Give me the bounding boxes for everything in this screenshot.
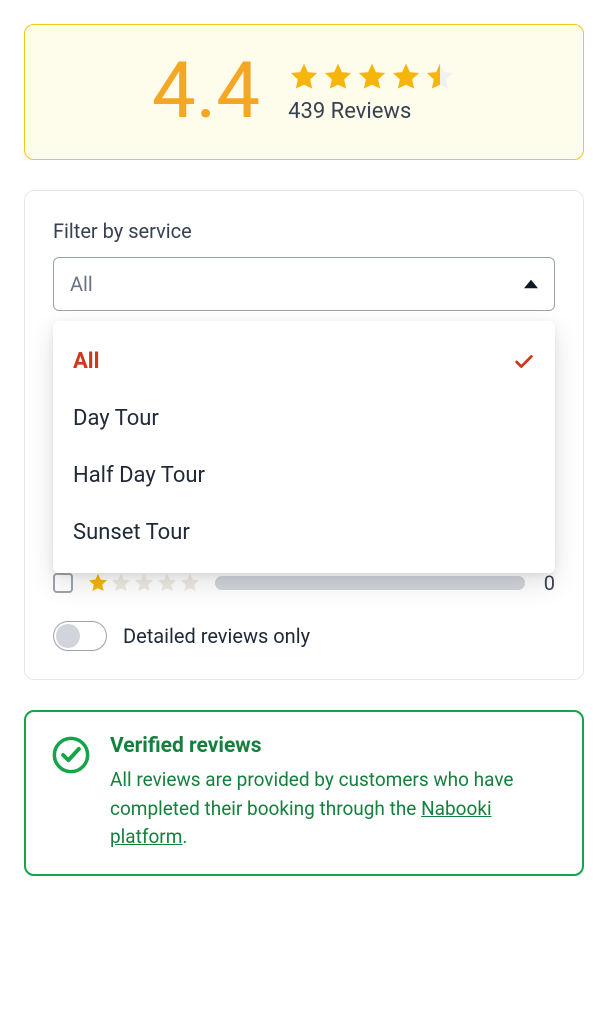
star-empty-icon bbox=[156, 572, 178, 594]
verified-content: Verified reviews All reviews are provide… bbox=[110, 734, 558, 852]
star-icon bbox=[390, 61, 422, 93]
dropdown-item-sunset-tour[interactable]: Sunset Tour bbox=[53, 504, 555, 561]
star-half-icon bbox=[424, 61, 456, 93]
toggle-knob bbox=[56, 624, 80, 648]
rating-stars bbox=[288, 61, 456, 93]
check-icon bbox=[513, 351, 535, 373]
verified-title: Verified reviews bbox=[110, 734, 558, 758]
dropdown-item-half-day-tour[interactable]: Half Day Tour bbox=[53, 447, 555, 504]
rating-filter-stars bbox=[87, 572, 201, 594]
dropdown-item-all[interactable]: All bbox=[53, 333, 555, 390]
dropdown-item-label: All bbox=[73, 349, 99, 374]
dropdown-item-label: Half Day Tour bbox=[73, 463, 205, 488]
service-dropdown: All Day Tour Half Day Tour Sunset Tour bbox=[53, 321, 555, 573]
filter-panel: Filter by service All All Day Tour Half … bbox=[24, 190, 584, 680]
review-count: 439 Reviews bbox=[288, 99, 456, 124]
detailed-reviews-label: Detailed reviews only bbox=[123, 624, 310, 648]
filter-label: Filter by service bbox=[53, 219, 555, 243]
star-icon bbox=[356, 61, 388, 93]
rating-score: 4.4 bbox=[152, 53, 260, 131]
rating-summary-card: 4.4 439 Reviews bbox=[24, 24, 584, 160]
star-icon bbox=[288, 61, 320, 93]
star-icon bbox=[87, 572, 109, 594]
rating-filter-count: 0 bbox=[539, 571, 555, 595]
rating-filter-row[interactable]: 0 bbox=[53, 571, 555, 595]
rating-meta: 439 Reviews bbox=[288, 61, 456, 124]
star-empty-icon bbox=[179, 572, 201, 594]
dropdown-item-label: Sunset Tour bbox=[73, 520, 190, 545]
rating-filter-bar bbox=[215, 576, 525, 590]
verified-text: All reviews are provided by customers wh… bbox=[110, 766, 558, 852]
service-select-value: All bbox=[70, 272, 93, 296]
check-circle-icon bbox=[50, 734, 92, 776]
star-empty-icon bbox=[110, 572, 132, 594]
verified-text-suffix: . bbox=[182, 825, 187, 848]
star-empty-icon bbox=[133, 572, 155, 594]
star-icon bbox=[322, 61, 354, 93]
service-select: All All Day Tour Half Day Tour Sunset To… bbox=[53, 257, 555, 311]
rating-filter-checkbox[interactable] bbox=[53, 573, 73, 593]
verified-reviews-box: Verified reviews All reviews are provide… bbox=[24, 710, 584, 876]
detailed-reviews-toggle-row: Detailed reviews only bbox=[53, 621, 555, 651]
detailed-reviews-toggle[interactable] bbox=[53, 621, 107, 651]
dropdown-item-day-tour[interactable]: Day Tour bbox=[53, 390, 555, 447]
caret-up-icon bbox=[524, 277, 538, 291]
dropdown-item-label: Day Tour bbox=[73, 406, 159, 431]
service-select-trigger[interactable]: All bbox=[53, 257, 555, 311]
